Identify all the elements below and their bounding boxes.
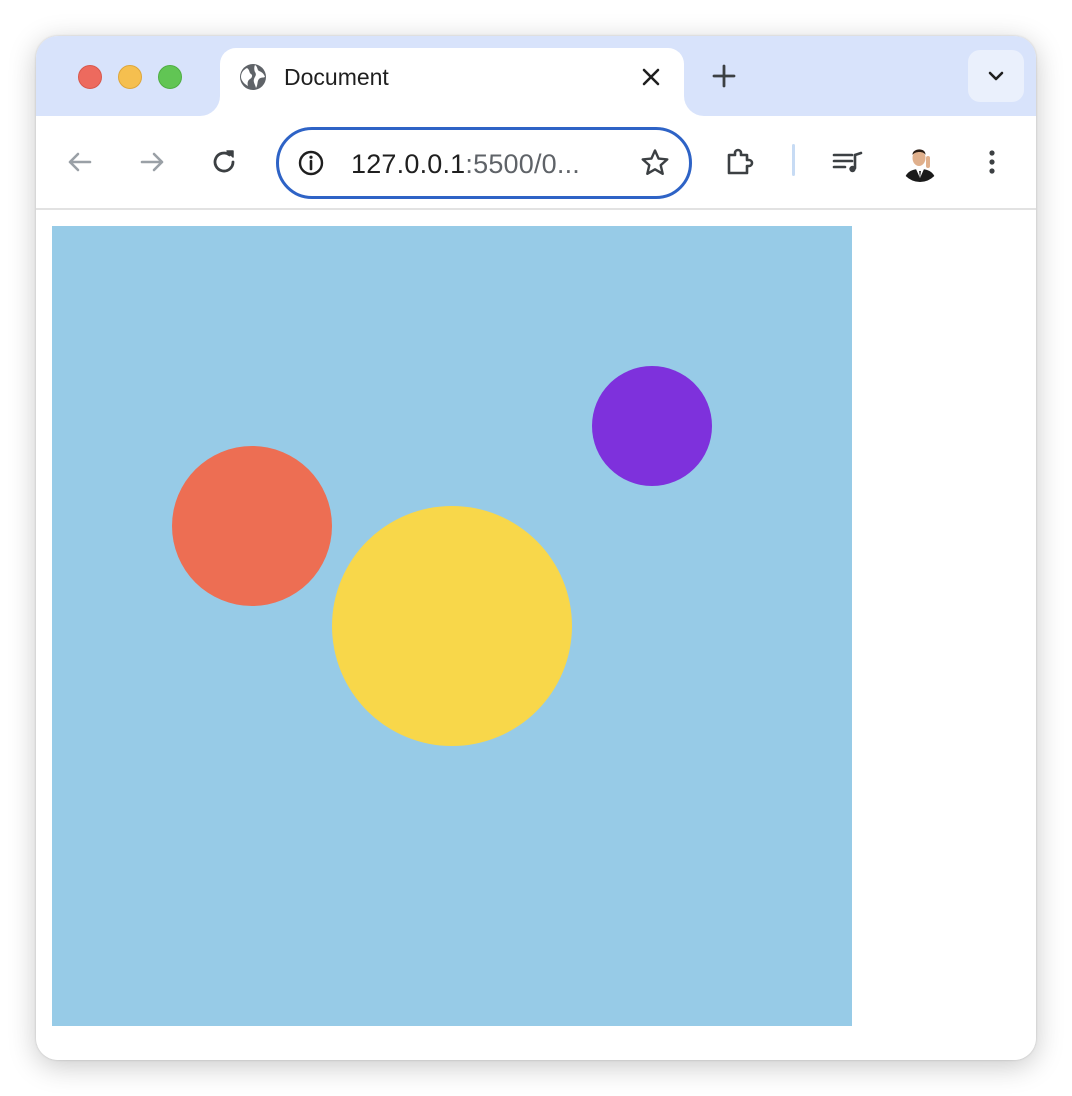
close-window-button[interactable] [78,65,102,89]
profile-avatar[interactable] [900,142,940,182]
navigation-toolbar: 127.0.0.1:5500/0... [36,116,1036,210]
tab-title: Document [284,64,389,90]
site-info-icon[interactable] [297,149,325,177]
reload-icon[interactable] [208,146,240,178]
new-tab-plus-icon[interactable] [708,60,740,92]
browser-window: Document 127.0.0.1:5500/0... [36,36,1036,1060]
media-controls-icon[interactable] [832,146,864,178]
url-host: 127.0.0.1 [351,149,466,179]
globe-icon [240,64,266,90]
bookmark-star-icon[interactable] [639,147,671,179]
forward-arrow-icon[interactable] [136,146,168,178]
purple-circle [592,366,712,486]
red-circle [172,446,332,606]
toolbar-separator [792,144,795,176]
tab-strip: Document [36,36,1036,116]
canvas-stage [52,226,852,1026]
address-bar[interactable]: 127.0.0.1:5500/0... [276,127,692,199]
url-path: :5500/0... [465,149,580,179]
active-tab[interactable]: Document [220,48,684,116]
tab-search-button[interactable] [968,50,1024,102]
kebab-menu-icon[interactable] [976,146,1008,178]
maximize-window-button[interactable] [158,65,182,89]
page-viewport [36,210,1036,1060]
minimize-window-button[interactable] [118,65,142,89]
back-arrow-icon[interactable] [64,146,96,178]
extensions-puzzle-icon[interactable] [724,146,756,178]
close-tab-icon[interactable] [636,62,666,92]
url-text: 127.0.0.1:5500/0... [351,148,580,180]
chevron-down-icon [988,71,1004,81]
profile-photo-icon [904,149,936,182]
yellow-circle [332,506,572,746]
